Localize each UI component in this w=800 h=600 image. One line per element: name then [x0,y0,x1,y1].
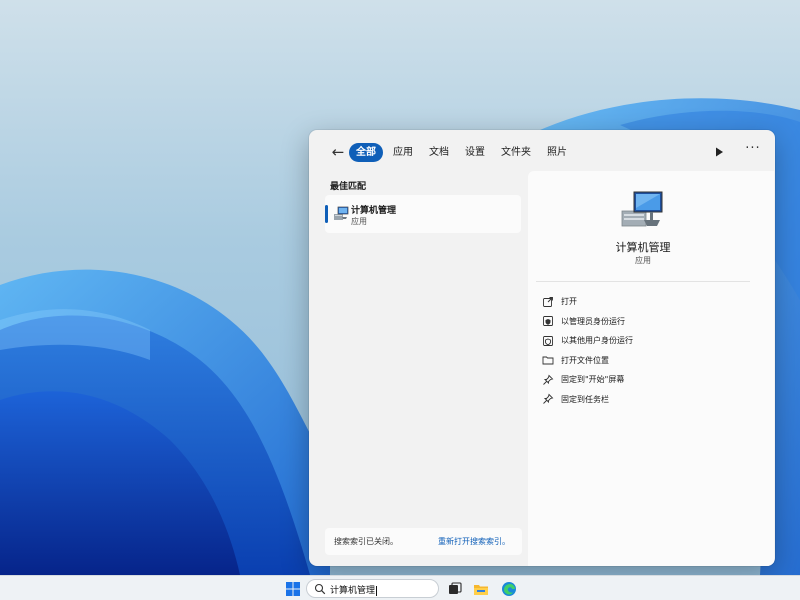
search-icon [314,583,326,595]
action-pin-to-start-label: 固定到"开始"屏幕 [561,375,625,385]
file-explorer-icon[interactable] [473,581,489,597]
action-open-label: 打开 [561,297,577,307]
user-shield-icon [543,335,553,346]
action-run-as-admin-label: 以管理员身份运行 [561,316,625,326]
windows-start-icon[interactable] [285,581,301,597]
open-icon [543,296,553,307]
action-open-file-location-label: 打开文件位置 [561,355,609,365]
tab-apps[interactable]: 应用 [387,143,419,162]
edge-browser-icon[interactable] [501,581,517,597]
text-caret [376,585,378,596]
shield-icon [543,316,553,327]
action-open[interactable]: 打开 [542,292,752,312]
detail-app-type: 应用 [635,256,651,265]
action-pin-to-taskbar[interactable]: 固定到任务栏 [542,390,752,410]
play-icon[interactable] [711,144,727,160]
action-list: 打开 以管理员身份运行 以其他用户身份运行 打开文件位置 固定到"开始"屏幕 固… [542,292,752,409]
pin-icon [543,374,554,385]
computer-management-large-icon [621,191,663,227]
result-detail-pane: 计算机管理 应用 打开 以管理员身份运行 以其他用户身份运行 打开文件位置 固定… [528,171,774,566]
best-match-heading: 最佳匹配 [330,182,367,192]
taskbar-search-input[interactable]: 计算机管理 [306,579,439,598]
pin-icon [543,393,554,405]
best-match-type: 应用 [351,217,367,226]
search-index-notice: 搜索索引已关闭。 重新打开搜索索引。 [325,528,522,555]
reenable-index-link[interactable]: 重新打开搜索索引。 [438,536,510,547]
detail-app-name: 计算机管理 [615,241,671,254]
best-match-result[interactable]: 计算机管理 应用 [325,195,521,233]
tab-all[interactable]: 全部 [349,143,383,162]
filter-tabs: 全部 应用 文档 设置 文件夹 照片 [349,143,573,162]
tab-photos[interactable]: 照片 [541,143,573,162]
action-run-as-admin[interactable]: 以管理员身份运行 [542,312,752,332]
selection-indicator [325,205,328,223]
back-button[interactable]: ← [327,142,349,162]
best-match-name: 计算机管理 [351,206,397,216]
task-view-icon[interactable] [447,581,463,597]
search-query-text: 计算机管理 [330,585,378,596]
tab-settings[interactable]: 设置 [459,143,491,162]
action-run-as-other-user-label: 以其他用户身份运行 [561,336,633,346]
search-filter-bar: ← 全部 应用 文档 设置 文件夹 照片 ··· [309,130,775,174]
action-pin-to-start[interactable]: 固定到"开始"屏幕 [542,370,752,390]
tab-documents[interactable]: 文档 [423,143,455,162]
action-run-as-other-user[interactable]: 以其他用户身份运行 [542,331,752,351]
back-arrow-icon: ← [331,143,345,161]
folder-icon [542,356,554,365]
taskbar: 计算机管理 [0,575,800,600]
action-open-file-location[interactable]: 打开文件位置 [542,351,752,371]
detail-divider [536,281,750,282]
more-options-button[interactable]: ··· [743,142,763,160]
computer-management-icon [334,206,349,220]
index-notice-message: 搜索索引已关闭。 [334,537,398,546]
action-pin-to-taskbar-label: 固定到任务栏 [561,394,609,404]
tab-folders[interactable]: 文件夹 [495,143,537,162]
search-panel: ← 全部 应用 文档 设置 文件夹 照片 ··· 最佳匹配 计算机管理 应用 搜… [309,130,775,566]
